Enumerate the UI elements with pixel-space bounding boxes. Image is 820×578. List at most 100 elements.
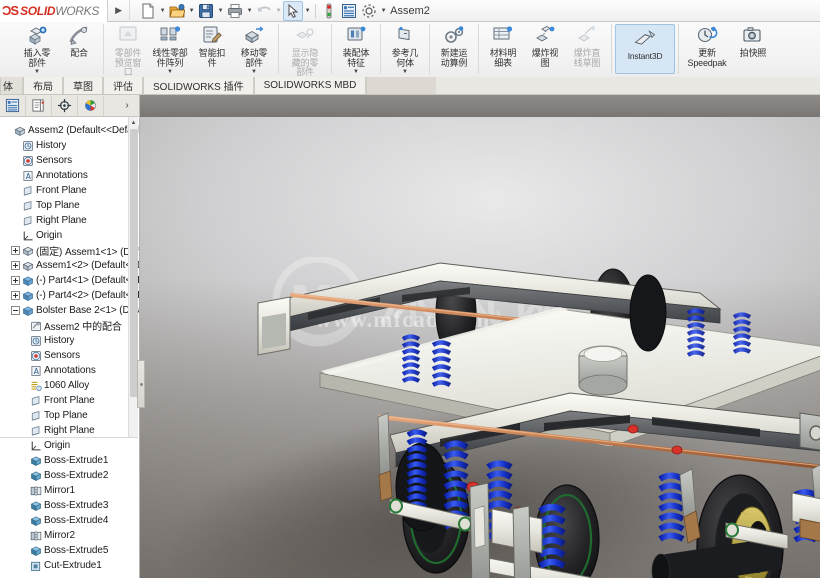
- fm-tab-display-manager[interactable]: [78, 95, 104, 116]
- linear-pattern-caret-icon[interactable]: ▼: [167, 69, 173, 75]
- scrollbar-thumb[interactable]: [130, 129, 138, 397]
- ribbon-button-partial[interactable]: 零: [6, 22, 17, 77]
- component-preview-window-button[interactable]: 零部件 预览窗口: [107, 22, 149, 77]
- open-document-button[interactable]: [167, 1, 187, 21]
- panel-splitter-handle[interactable]: [137, 360, 145, 408]
- tree-top-plane[interactable]: Top Plane: [0, 198, 139, 213]
- bill-of-materials-button[interactable]: 材料明 细表: [482, 22, 524, 77]
- tab-sketch[interactable]: 草图: [63, 77, 103, 94]
- save-document-button[interactable]: [196, 1, 216, 21]
- tree-expand-toggle-icon[interactable]: [10, 291, 21, 300]
- tab-layout[interactable]: 布局: [23, 77, 63, 94]
- new-document-button[interactable]: [138, 1, 158, 21]
- undo-button[interactable]: [254, 1, 274, 21]
- options-button[interactable]: [359, 1, 379, 21]
- brand-solid: SOLID: [20, 3, 56, 18]
- undo-caret-icon[interactable]: ▼: [274, 1, 283, 21]
- feature-manager-tree-panel[interactable]: Assem2 (Default<<Default>_Ap History Senso…: [0, 117, 140, 578]
- linear-component-pattern-button[interactable]: 线性零部 件阵列 ▼: [149, 22, 191, 77]
- model-railway-bogie[interactable]: [140, 117, 820, 578]
- tree-cut-extrude1[interactable]: Cut-Extrude1: [0, 558, 139, 573]
- menu-expand-arrow-icon[interactable]: ▶: [108, 0, 131, 22]
- tab-evaluate[interactable]: 评估: [103, 77, 143, 94]
- tree-sensors[interactable]: Sensors: [0, 153, 139, 168]
- feature-tree[interactable]: Assem2 (Default<<Default>_Ap History Senso…: [0, 123, 139, 573]
- tree-node-label: Sensors: [44, 350, 80, 361]
- assembly-features-button[interactable]: 装配体 特征 ▼: [335, 22, 377, 77]
- print-document-caret-icon[interactable]: ▼: [245, 1, 254, 21]
- svg-text:A: A: [33, 367, 39, 376]
- new-document-caret-icon[interactable]: ▼: [158, 1, 167, 21]
- instant3d-button[interactable]: Instant3D: [615, 24, 675, 74]
- show-hidden-components-button[interactable]: 显示隐 藏的零 部件: [282, 22, 328, 77]
- tree-part-front-plane[interactable]: Front Plane: [0, 393, 139, 408]
- scroll-up-arrow-icon[interactable]: ▲: [129, 117, 138, 128]
- file-properties-button[interactable]: [339, 1, 359, 21]
- rebuild-button[interactable]: [319, 1, 339, 21]
- tab-sw-addins[interactable]: SOLIDWORKS 插件: [143, 77, 254, 94]
- fm-tab-feature-tree[interactable]: [0, 95, 26, 116]
- assembly-feature-caret-icon[interactable]: ▼: [353, 69, 359, 75]
- tree-part-sensors[interactable]: Sensors: [0, 348, 139, 363]
- print-document-button[interactable]: [225, 1, 245, 21]
- tree-origin[interactable]: Origin: [0, 228, 139, 243]
- tab-sw-mbd[interactable]: SOLIDWORKS MBD: [253, 77, 367, 94]
- insert-components-button[interactable]: 插入零 部件 ▼: [16, 22, 58, 77]
- plane-icon: [29, 425, 42, 437]
- feature-manager-more-icon[interactable]: ›: [116, 96, 138, 116]
- tree-part-origin[interactable]: Origin: [0, 438, 139, 453]
- tree-assem1-2[interactable]: Assem1<2> (Default<<Defa: [0, 258, 139, 273]
- tree-boss-extrude3[interactable]: Boss-Extrude3: [0, 498, 139, 513]
- tree-panel-divider: [0, 437, 138, 438]
- tree-expand-toggle-icon[interactable]: [10, 306, 21, 315]
- tree-part-right-plane[interactable]: Right Plane: [0, 423, 139, 438]
- tree-assem1-1[interactable]: (固定) Assem1<1> (Default<: [0, 243, 139, 258]
- insert-components-caret-icon[interactable]: ▼: [34, 69, 40, 75]
- tree-mirror2[interactable]: Mirror2: [0, 528, 139, 543]
- take-snapshot-button[interactable]: 拍快照: [732, 22, 774, 77]
- graphics-viewport[interactable]: M F 沐 风 网 www.mfcad.com: [140, 117, 820, 578]
- save-document-caret-icon[interactable]: ▼: [216, 1, 225, 21]
- part-icon: [21, 305, 34, 317]
- move-component-caret-icon[interactable]: ▼: [251, 69, 257, 75]
- explode-line-sketch-button[interactable]: 爆炸直 线草图: [566, 22, 608, 77]
- reference-geometry-button[interactable]: 参考几 何体 ▼: [384, 22, 426, 77]
- tree-root-assem2[interactable]: Assem2 (Default<<Default>_Ap: [0, 123, 139, 138]
- tree-part-history[interactable]: History: [0, 333, 139, 348]
- tree-material[interactable]: 1060 Alloy: [0, 378, 139, 393]
- tree-mates-in-assem2[interactable]: Assem2 中的配合: [0, 318, 139, 333]
- tree-part-annotations[interactable]: A Annotations: [0, 363, 139, 378]
- tree-expand-toggle-icon[interactable]: [10, 246, 21, 255]
- tree-expand-toggle-icon[interactable]: [10, 276, 21, 285]
- tree-annotations[interactable]: A Annotations: [0, 168, 139, 183]
- ribbon-separator: [380, 24, 381, 74]
- tab-assembly[interactable]: 体: [0, 77, 23, 94]
- new-motion-study-button[interactable]: 新建运 动算例: [433, 22, 475, 77]
- tree-part-top-plane[interactable]: Top Plane: [0, 408, 139, 423]
- tree-expand-toggle-icon[interactable]: [10, 261, 21, 270]
- options-caret-icon[interactable]: ▼: [379, 1, 388, 21]
- tree-mirror1[interactable]: Mirror1: [0, 483, 139, 498]
- tree-part4-2[interactable]: (-) Part4<2> (Default<<Default: [0, 288, 139, 303]
- tree-part4-1[interactable]: (-) Part4<1> (Default<<Default: [0, 273, 139, 288]
- instant3d-icon: [632, 27, 658, 51]
- open-document-caret-icon[interactable]: ▼: [187, 1, 196, 21]
- tree-bolster-base[interactable]: Bolster Base 2<1> (Default<<D: [0, 303, 139, 318]
- tree-front-plane[interactable]: Front Plane: [0, 183, 139, 198]
- update-speedpak-button[interactable]: 更新 Speedpak: [682, 22, 732, 77]
- tree-history[interactable]: History: [0, 138, 139, 153]
- smart-fasteners-button[interactable]: 智能扣件: [191, 22, 233, 77]
- mate-button[interactable]: 配合: [58, 22, 100, 77]
- fm-tab-property-manager[interactable]: [26, 95, 52, 116]
- fm-tab-configuration-manager[interactable]: [52, 95, 78, 116]
- select-caret-icon[interactable]: ▼: [303, 1, 312, 21]
- tree-boss-extrude4[interactable]: Boss-Extrude4: [0, 513, 139, 528]
- move-component-button[interactable]: 移动零 部件 ▼: [233, 22, 275, 77]
- select-tool-button[interactable]: [283, 0, 304, 21]
- exploded-view-button[interactable]: 爆炸视图: [524, 22, 566, 77]
- tree-right-plane[interactable]: Right Plane: [0, 213, 139, 228]
- reference-geometry-caret-icon[interactable]: ▼: [402, 69, 408, 75]
- tree-boss-extrude5[interactable]: Boss-Extrude5: [0, 543, 139, 558]
- tree-boss-extrude2[interactable]: Boss-Extrude2: [0, 468, 139, 483]
- tree-boss-extrude1[interactable]: Boss-Extrude1: [0, 453, 139, 468]
